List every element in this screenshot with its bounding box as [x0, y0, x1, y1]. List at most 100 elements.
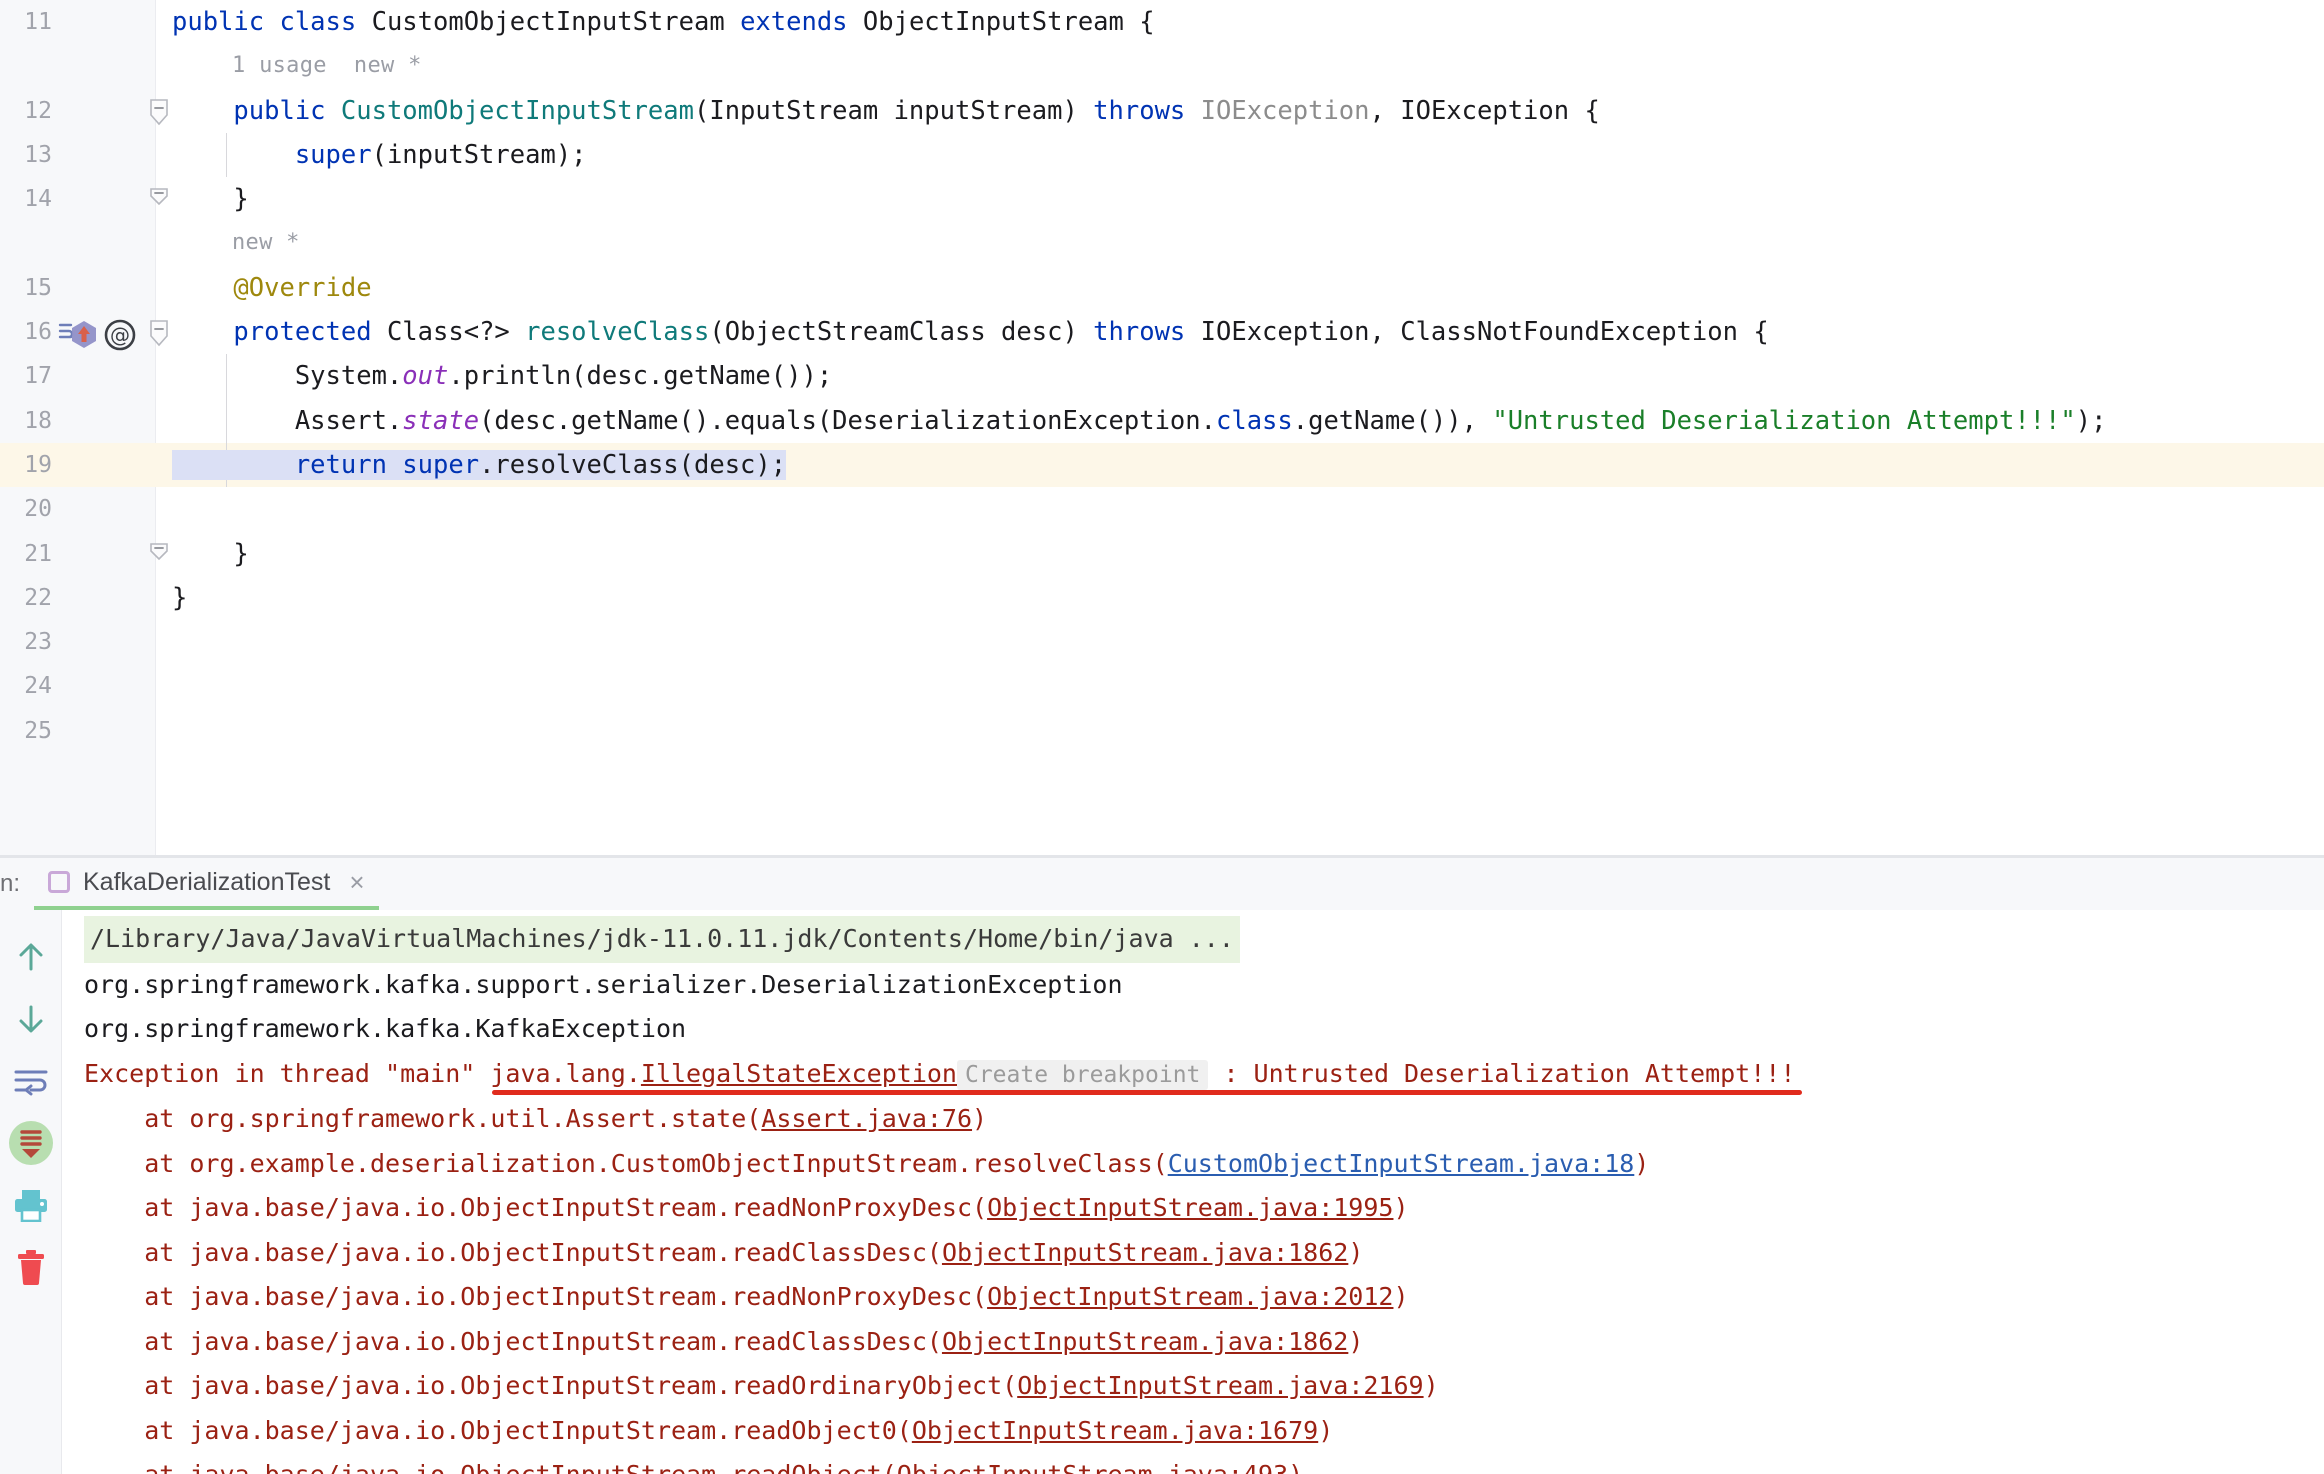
line-number: 21 — [24, 540, 52, 567]
code-token: class — [1215, 405, 1293, 436]
exception-type-link[interactable]: IllegalStateException — [641, 1059, 957, 1088]
console-line[interactable]: at java.base/java.io.ObjectInputStream.r… — [62, 1186, 2324, 1231]
console-text: org.springframework.kafka.support.serial… — [84, 969, 1123, 999]
scroll-to-end-icon[interactable] — [0, 1112, 62, 1174]
editor-code-area[interactable]: 11 public class CustomObjectInputStream e… — [0, 0, 2324, 753]
code-line[interactable]: 15 @Override — [0, 266, 2324, 310]
console-line[interactable]: org.springframework.kafka.support.serial… — [62, 963, 2324, 1008]
code-token: protected — [233, 317, 387, 348]
code-token: (desc.getName().equals(DeserializationEx… — [479, 405, 1216, 436]
code-text[interactable]: return super.resolveClass(desc); — [172, 443, 787, 487]
code-line[interactable]: 16 @ protected Class<?> resolveClass(Obje… — [0, 310, 2324, 354]
console-line[interactable]: at java.base/java.io.ObjectInputStream.r… — [62, 1320, 2324, 1365]
code-text[interactable]: } — [172, 532, 248, 576]
fold-end-icon[interactable] — [148, 186, 170, 212]
run-tab-kafkaderializationtest[interactable]: KafkaDerializationTest × — [34, 858, 379, 910]
code-text[interactable]: protected Class<?> resolveClass(ObjectSt… — [172, 310, 1768, 354]
line-number: 24 — [24, 673, 52, 700]
fold-end-icon[interactable] — [148, 541, 170, 567]
code-vision-hint[interactable]: new * — [232, 221, 300, 265]
trash-icon[interactable] — [0, 1236, 62, 1298]
stacktrace-link[interactable]: ObjectInputStream.java:1995 — [987, 1193, 1393, 1222]
code-line[interactable]: 17 System.out.println(desc.getName()); — [0, 354, 2324, 399]
code-line[interactable]: 19 return super.resolveClass(desc); — [0, 442, 2324, 488]
console-line[interactable]: Exception in thread "main" java.lang.Ill… — [62, 1052, 2324, 1098]
soft-wrap-icon[interactable] — [0, 1050, 62, 1112]
stacktrace-link[interactable]: ObjectInputStream.java:1862 — [942, 1238, 1348, 1267]
code-text[interactable]: @Override — [172, 266, 371, 310]
code-line[interactable]: 23 — [0, 620, 2324, 664]
fold-collapse-icon[interactable] — [148, 98, 170, 125]
console-line[interactable]: at java.base/java.io.ObjectInputStream.r… — [62, 1409, 2324, 1454]
code-line[interactable]: 22} — [0, 576, 2324, 620]
console-line[interactable]: at java.base/java.io.ObjectInputStream.r… — [62, 1364, 2324, 1409]
console-output[interactable]: /Library/Java/JavaVirtualMachines/jdk-11… — [62, 910, 2324, 1474]
code-line[interactable]: 24 — [0, 664, 2324, 708]
code-token: public — [172, 7, 280, 37]
console-text: at java.base/java.io.ObjectInputStream.r… — [84, 1237, 942, 1267]
code-line[interactable]: new * — [0, 221, 2324, 265]
code-text[interactable]: Assert.state(desc.getName().equals(Deser… — [172, 399, 2107, 443]
code-line[interactable]: 18 Assert.state(desc.getName().equals(De… — [0, 398, 2324, 443]
console-text: at java.base/java.io.ObjectInputStream.r… — [84, 1282, 988, 1311]
print-icon[interactable] — [0, 1174, 62, 1236]
code-vision-hint[interactable]: 1 usage new * — [232, 44, 422, 88]
stacktrace-link[interactable]: ObjectInputStream.java:2012 — [987, 1282, 1393, 1311]
line-number: 25 — [24, 717, 52, 744]
code-token: ObjectInputStream { — [862, 7, 1155, 37]
stacktrace-link[interactable]: ObjectInputStream.java:493 — [897, 1460, 1288, 1474]
run-tab-title: KafkaDerializationTest — [83, 867, 331, 896]
code-line[interactable]: 25 — [0, 709, 2324, 753]
code-text[interactable]: public CustomObjectInputStream(InputStre… — [172, 89, 1599, 133]
stacktrace-link[interactable]: ObjectInputStream.java:1862 — [942, 1327, 1348, 1356]
console-line[interactable]: at org.springframework.util.Assert.state… — [62, 1097, 2324, 1142]
stacktrace-link[interactable]: ObjectInputStream.java:2169 — [1017, 1371, 1423, 1400]
code-text[interactable]: super(inputStream); — [172, 133, 587, 177]
code-token: throws — [1093, 317, 1201, 348]
console-line[interactable]: org.springframework.kafka.KafkaException — [62, 1007, 2324, 1052]
rerun-up-icon[interactable] — [0, 926, 62, 988]
code-token: (ObjectStreamClass desc) — [709, 317, 1094, 348]
code-text[interactable]: System.out.println(desc.getName()); — [172, 354, 832, 398]
console-text: ) — [1423, 1371, 1439, 1400]
rerun-down-icon[interactable] — [0, 988, 62, 1050]
console-toolbar[interactable] — [0, 910, 62, 1474]
code-text[interactable]: } — [172, 576, 187, 620]
code-token: System. — [172, 361, 403, 392]
console-line[interactable]: at java.base/java.io.ObjectInputStream.r… — [62, 1231, 2324, 1276]
code-token: super — [402, 449, 480, 480]
console-line[interactable]: at java.base/java.io.ObjectInputStream.r… — [62, 1453, 2324, 1474]
code-line[interactable]: 13 super(inputStream); — [0, 132, 2324, 178]
code-line[interactable]: 11 public class CustomObjectInputStream e… — [0, 0, 2324, 44]
line-number: 20 — [24, 496, 52, 523]
stacktrace-link[interactable]: CustomObjectInputStream.java:18 — [1168, 1149, 1635, 1178]
create-breakpoint-badge[interactable]: Create breakpoint — [956, 1059, 1209, 1090]
code-editor[interactable]: 11 public class CustomObjectInputStream e… — [0, 0, 2324, 855]
fold-collapse-icon[interactable] — [148, 319, 170, 347]
code-line[interactable]: 1 usage new * — [0, 44, 2324, 88]
line-number: 11 — [24, 9, 52, 35]
code-line[interactable]: 14 } — [0, 177, 2324, 221]
console-text: at org.springframework.util.Assert.state… — [84, 1104, 762, 1133]
stacktrace-link[interactable]: ObjectInputStream.java:1679 — [912, 1416, 1318, 1445]
code-token: state — [402, 405, 480, 436]
code-text[interactable]: } — [172, 177, 248, 221]
code-token: Assert. — [172, 405, 403, 436]
close-icon[interactable]: × — [349, 869, 364, 895]
code-token: "Untrusted Deserialization Attempt!!!" — [1492, 405, 2076, 436]
console-text: at java.base/java.io.ObjectInputStream.r… — [84, 1326, 942, 1356]
gutter-icon-group[interactable]: @ — [56, 310, 152, 354]
code-line[interactable]: 20 — [0, 487, 2324, 531]
code-text[interactable]: public class CustomObjectInputStream ext… — [172, 0, 1155, 44]
code-line[interactable]: 21 } — [0, 532, 2324, 576]
console-line[interactable]: at org.example.deserialization.CustomObj… — [62, 1142, 2324, 1187]
code-token: IOException — [1200, 95, 1370, 126]
code-token: .resolveClass(desc); — [479, 449, 787, 480]
error-underline-annotation — [492, 1090, 1802, 1095]
console-line[interactable]: /Library/Java/JavaVirtualMachines/jdk-11… — [62, 916, 2324, 963]
stacktrace-link[interactable]: Assert.java:76 — [761, 1104, 972, 1133]
code-line[interactable]: 12 public CustomObjectInputStream(InputS… — [0, 89, 2324, 133]
code-token: (InputStream inputStream) — [694, 95, 1094, 126]
console-line[interactable]: at java.base/java.io.ObjectInputStream.r… — [62, 1275, 2324, 1320]
